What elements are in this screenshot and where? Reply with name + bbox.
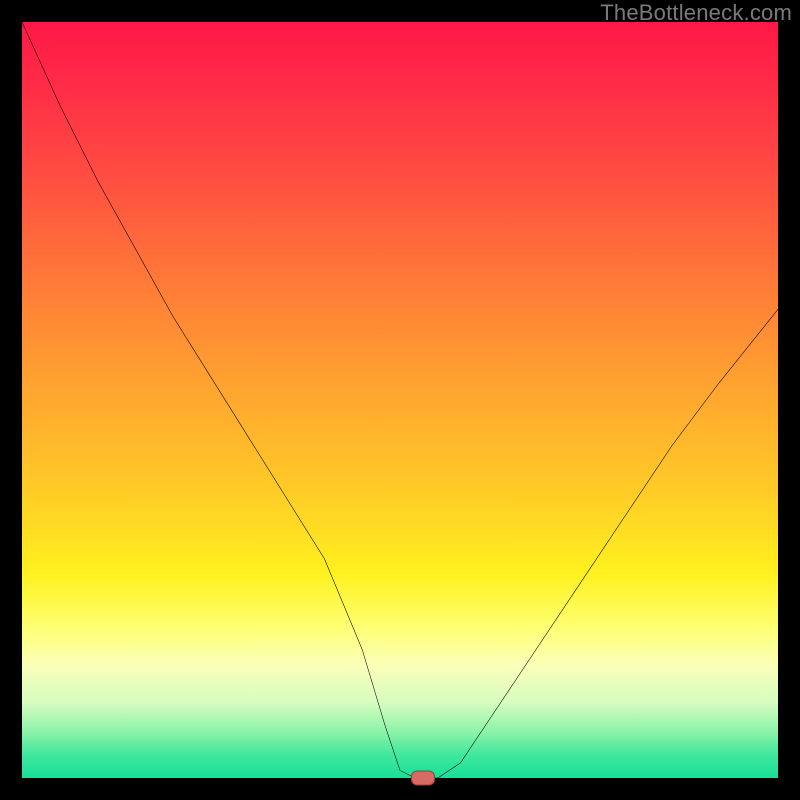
- optimal-marker: [411, 771, 435, 786]
- plot-area: [22, 22, 778, 778]
- bottleneck-curve: [22, 22, 778, 778]
- chart-frame: TheBottleneck.com: [0, 0, 800, 800]
- watermark-text: TheBottleneck.com: [600, 0, 792, 26]
